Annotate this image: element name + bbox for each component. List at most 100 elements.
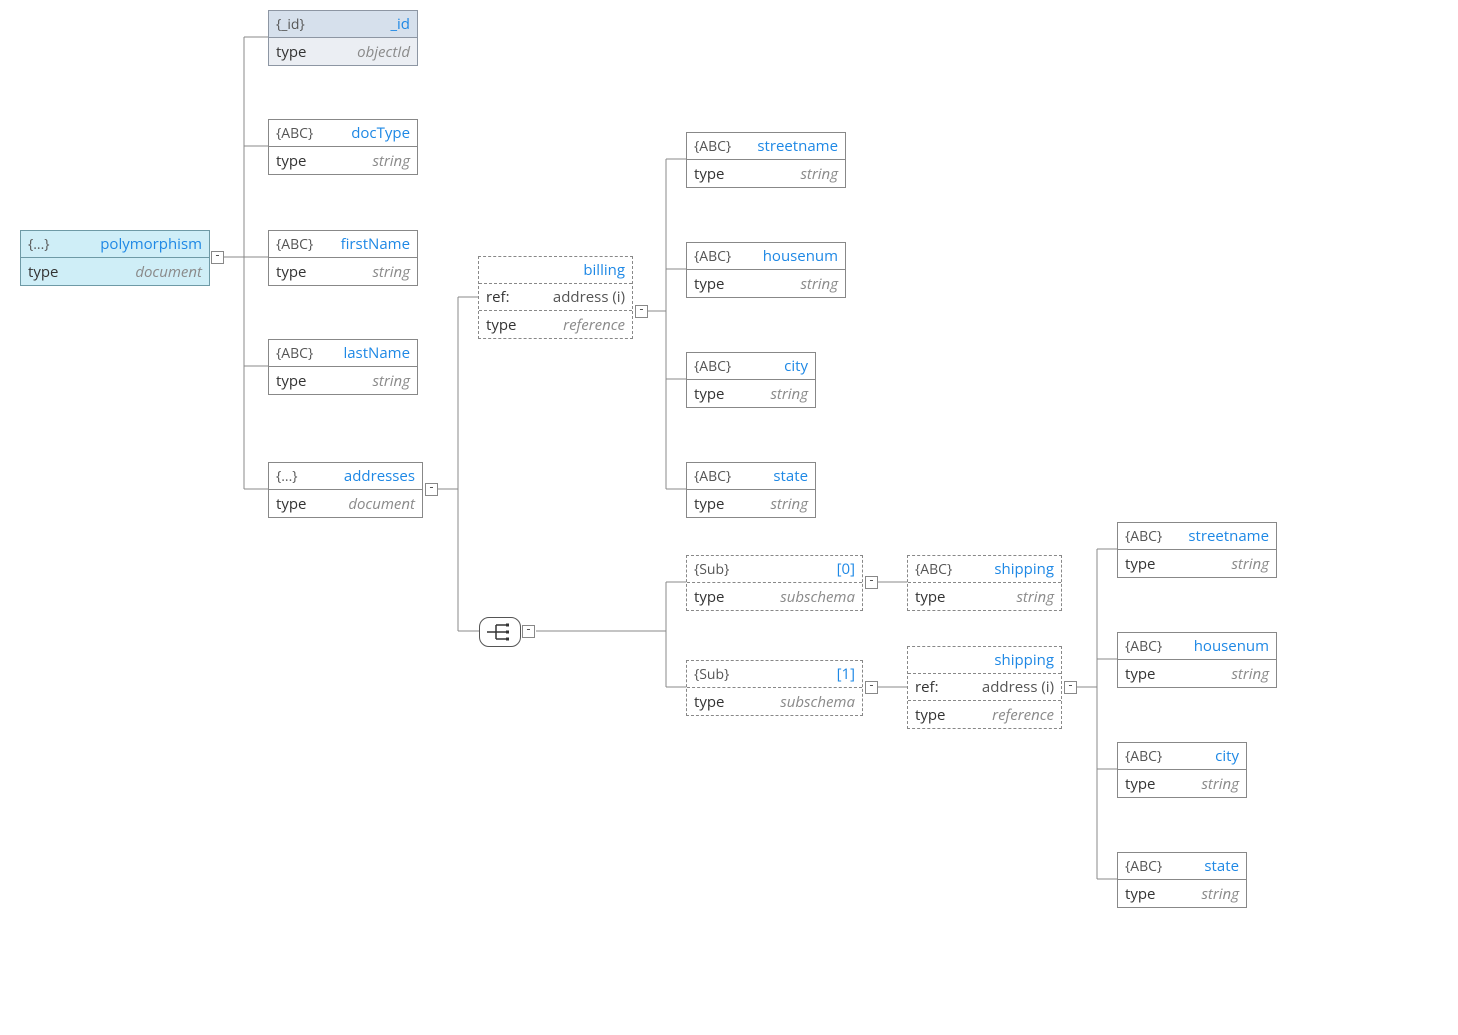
type-label: type (694, 692, 724, 712)
toggle-billing[interactable] (635, 305, 648, 318)
type-label: type (1125, 664, 1155, 684)
type-label: type (915, 705, 945, 725)
node-name: housenum (763, 246, 838, 266)
kind-badge: {ABC} (1125, 637, 1162, 656)
type-label: type (694, 494, 724, 514)
kind-badge: {ABC} (276, 124, 313, 143)
node-name: city (1215, 746, 1239, 766)
node-billing-city[interactable]: {ABC} city type string (686, 352, 816, 408)
kind-badge: {Sub} (694, 665, 729, 684)
toggle-sub0[interactable] (865, 576, 878, 589)
type-label: type (276, 371, 306, 391)
node-lastName[interactable]: {ABC} lastName type string (268, 339, 418, 395)
node-name: state (1204, 856, 1239, 876)
node-name: polymorphism (100, 234, 202, 254)
type-value: subschema (780, 587, 855, 607)
choice-icon[interactable] (479, 617, 521, 647)
node-firstName[interactable]: {ABC} firstName type string (268, 230, 418, 286)
node-polymorphism[interactable]: {...} polymorphism type document (20, 230, 210, 286)
node-name: [0] (837, 559, 855, 579)
toggle-addresses[interactable] (425, 483, 438, 496)
type-label: type (486, 315, 516, 335)
type-label: type (694, 587, 724, 607)
type-value: objectId (357, 42, 410, 62)
type-value: string (800, 274, 838, 294)
type-value: string (770, 384, 808, 404)
kind-badge: {ABC} (1125, 527, 1162, 546)
kind-badge: {ABC} (276, 235, 313, 254)
node-shipping-state[interactable]: {ABC} state type string (1117, 852, 1247, 908)
node-name: _id (390, 14, 410, 34)
node-name: [1] (837, 664, 855, 684)
node-shipping-housenum[interactable]: {ABC} housenum type string (1117, 632, 1277, 688)
type-value: string (1231, 554, 1269, 574)
toggle-sub1[interactable] (865, 681, 878, 694)
kind-badge: {ABC} (694, 137, 731, 156)
type-label: type (1125, 774, 1155, 794)
type-value: string (372, 371, 410, 391)
node-name: housenum (1194, 636, 1269, 656)
kind-badge: {...} (28, 235, 50, 254)
node-billing-housenum[interactable]: {ABC} housenum type string (686, 242, 846, 298)
ref-label: ref: (915, 677, 939, 697)
toggle-choice[interactable] (522, 625, 535, 638)
type-label: type (694, 164, 724, 184)
toggle-polymorphism[interactable] (211, 251, 224, 264)
node-billing[interactable]: billing ref: address (i) type reference (478, 256, 633, 339)
node-addresses[interactable]: {...} addresses type document (268, 462, 423, 518)
type-value: subschema (780, 692, 855, 712)
kind-badge: {ABC} (1125, 857, 1162, 876)
kind-badge: {ABC} (276, 344, 313, 363)
type-value: string (372, 151, 410, 171)
ref-value: address (i) (982, 677, 1054, 697)
ref-value: address (i) (553, 287, 625, 307)
node-name: streetname (1188, 526, 1269, 546)
diagram-canvas: {...} polymorphism type document {_id} _… (0, 0, 1458, 1035)
node-name: state (773, 466, 808, 486)
type-label: type (276, 42, 306, 62)
type-value: string (1201, 884, 1239, 904)
type-label: type (1125, 884, 1155, 904)
kind-badge: {_id} (276, 15, 305, 34)
node-shipping-streetname[interactable]: {ABC} streetname type string (1117, 522, 1277, 578)
kind-badge: {ABC} (1125, 747, 1162, 766)
kind-badge: {ABC} (694, 247, 731, 266)
node-name: shipping (994, 650, 1054, 670)
node-name: firstName (341, 234, 410, 254)
node-sub1[interactable]: {Sub} [1] type subschema (686, 660, 863, 716)
toggle-shipping-ref[interactable] (1064, 681, 1077, 694)
kind-badge: {...} (276, 467, 298, 486)
type-label: type (276, 151, 306, 171)
type-value: string (372, 262, 410, 282)
type-label: type (915, 587, 945, 607)
kind-badge: {ABC} (915, 560, 952, 579)
node-id[interactable]: {_id} _id type objectId (268, 10, 418, 66)
node-shipping-city[interactable]: {ABC} city type string (1117, 742, 1247, 798)
node-name: streetname (757, 136, 838, 156)
node-docType[interactable]: {ABC} docType type string (268, 119, 418, 175)
kind-badge: {ABC} (694, 467, 731, 486)
type-label: type (694, 274, 724, 294)
node-billing-streetname[interactable]: {ABC} streetname type string (686, 132, 846, 188)
type-value: reference (563, 315, 625, 335)
type-label: type (1125, 554, 1155, 574)
kind-badge: {Sub} (694, 560, 729, 579)
node-billing-state[interactable]: {ABC} state type string (686, 462, 816, 518)
type-label: type (276, 262, 306, 282)
kind-badge: {ABC} (694, 357, 731, 376)
node-shipping-string[interactable]: {ABC} shipping type string (907, 555, 1062, 611)
node-name: shipping (994, 559, 1054, 579)
type-value: string (800, 164, 838, 184)
type-label: type (694, 384, 724, 404)
node-shipping-ref[interactable]: shipping ref: address (i) type reference (907, 646, 1062, 729)
type-value: document (348, 494, 415, 514)
ref-label: ref: (486, 287, 510, 307)
type-label: type (276, 494, 306, 514)
node-name: lastName (343, 343, 410, 363)
type-value: string (770, 494, 808, 514)
node-sub0[interactable]: {Sub} [0] type subschema (686, 555, 863, 611)
type-value: string (1201, 774, 1239, 794)
node-name: addresses (344, 466, 415, 486)
type-value: reference (992, 705, 1054, 725)
type-label: type (28, 262, 58, 282)
